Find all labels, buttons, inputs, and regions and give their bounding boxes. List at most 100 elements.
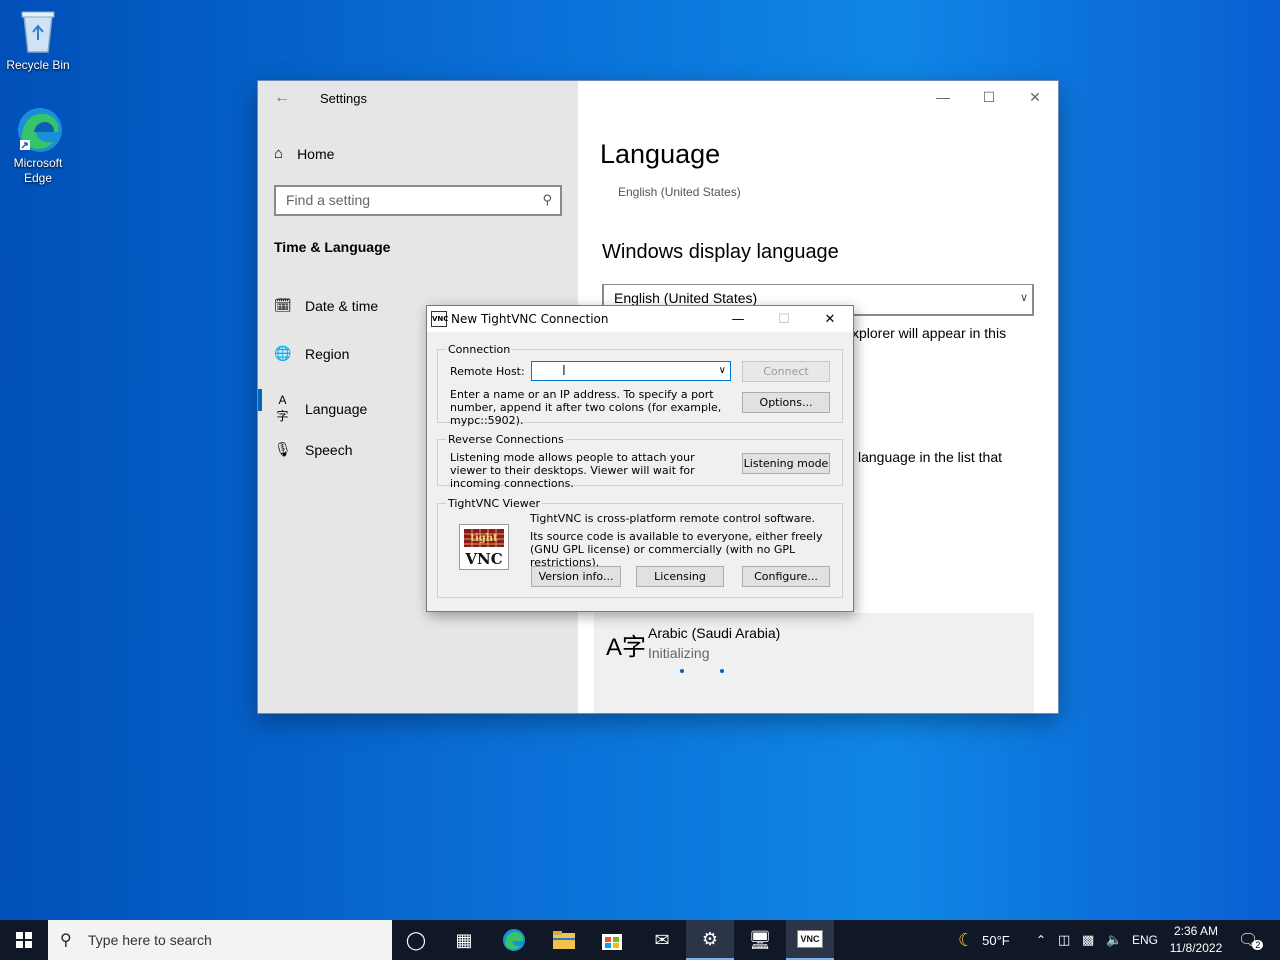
- clock-date: 11/8/2022: [1169, 941, 1223, 955]
- edge-icon[interactable]: [490, 920, 538, 960]
- nav-item-label: Language: [305, 400, 368, 417]
- input-language[interactable]: ENG: [1132, 920, 1158, 960]
- nav-item-speech[interactable]: 🎙 Speech: [274, 441, 352, 458]
- nav-item-label: Speech: [305, 441, 353, 458]
- options-button[interactable]: Options...: [742, 392, 830, 413]
- minimize-icon[interactable]: —: [715, 306, 761, 332]
- taskbar-search-input[interactable]: ⚲ Type here to search: [48, 920, 392, 960]
- task-view-icon[interactable]: ▦: [440, 920, 488, 960]
- taskbar: ⚲ Type here to search ◯ ▦ ✉ ⚙ 🖥 VNC ☾ 50…: [0, 920, 1280, 960]
- taskbar-clock[interactable]: 2:36 AM 11/8/2022: [1166, 923, 1226, 957]
- version-info-button[interactable]: Version info...: [531, 566, 621, 587]
- language-list-item[interactable]: A字 Arabic (Saudi Arabia) Initializing: [594, 613, 1034, 713]
- nav-item-label: Region: [305, 345, 350, 362]
- desktop-icon-edge[interactable]: Microsoft Edge: [0, 106, 76, 186]
- text-cursor-icon: I: [562, 364, 566, 379]
- nav-item-language[interactable]: A字 Language: [274, 393, 367, 424]
- reverse-connections-label: Reverse Connections: [446, 433, 566, 446]
- remote-host-combobox[interactable]: I ∨: [531, 361, 731, 381]
- display-language-heading: Windows display language: [602, 241, 839, 263]
- edge-label: Microsoft Edge: [13, 156, 63, 185]
- remote-host-label: Remote Host:: [450, 365, 525, 378]
- page-title: Language: [600, 139, 721, 169]
- nav-section-title: Time & Language: [274, 239, 391, 255]
- language-status: Initializing: [648, 645, 710, 661]
- maximize-icon: ☐: [778, 311, 790, 327]
- maximize-icon[interactable]: ☐: [966, 81, 1012, 113]
- weather-temp: 50°F: [982, 932, 1010, 948]
- network-icon[interactable]: ▩: [1082, 920, 1094, 960]
- remote-host-hint: Enter a name or an IP address. To specif…: [450, 388, 722, 427]
- tightvnc-taskbar-icon[interactable]: VNC: [786, 920, 834, 960]
- active-nav-indicator: [258, 389, 262, 411]
- tightvnc-titlebar[interactable]: VNC New TightVNC Connection — ☐ ✕: [427, 306, 853, 332]
- moon-icon: ☾: [958, 929, 975, 950]
- tightvnc-dialog: VNC New TightVNC Connection — ☐ ✕ Connec…: [426, 305, 854, 612]
- start-button[interactable]: [0, 920, 48, 960]
- minimize-icon[interactable]: —: [920, 81, 966, 113]
- microphone-icon: 🎙: [274, 441, 292, 457]
- display-language-description: xplorer will appear in this: [852, 325, 1007, 341]
- progress-dot: [720, 669, 724, 673]
- cortana-icon[interactable]: ◯: [392, 920, 440, 960]
- preferred-languages-description: language in the list that: [858, 449, 1002, 465]
- viewer-description-1: TightVNC is cross-platform remote contro…: [530, 512, 816, 525]
- store-icon[interactable]: [588, 920, 636, 960]
- find-setting-placeholder: Find a setting: [286, 192, 371, 208]
- notifications-button[interactable]: 🗨 2: [1238, 920, 1264, 960]
- file-explorer-icon[interactable]: [540, 920, 588, 960]
- logo-top-text: tight: [470, 533, 498, 544]
- settings-gear-icon[interactable]: ⚙: [686, 920, 734, 960]
- logo-bottom-text: VNC: [464, 550, 502, 568]
- notification-count: 2: [1252, 940, 1264, 950]
- close-icon[interactable]: ✕: [1012, 81, 1058, 113]
- recycle-bin-icon: [16, 8, 60, 56]
- find-setting-input[interactable]: Find a setting ⚲: [274, 185, 562, 216]
- display-language-value: English (United States): [614, 290, 758, 306]
- chevron-down-icon[interactable]: ∨: [719, 365, 726, 376]
- nav-home[interactable]: ⌂ Home: [274, 145, 334, 162]
- nav-home-label: Home: [297, 145, 335, 162]
- tightvnc-logo: tight VNC: [459, 524, 509, 570]
- calendar-clock-icon: 🗓: [274, 297, 292, 313]
- recycle-bin-label: Recycle Bin: [6, 58, 70, 72]
- settings-title: Settings: [320, 91, 367, 106]
- back-arrow-icon[interactable]: ←: [274, 89, 290, 107]
- network-app-icon[interactable]: 🖥: [736, 920, 784, 960]
- mail-icon[interactable]: ✉: [638, 920, 686, 960]
- chevron-down-icon: ∨: [1019, 292, 1028, 304]
- window-controls: — ☐ ✕: [920, 81, 1058, 113]
- nav-item-date-time[interactable]: 🗓 Date & time: [274, 297, 378, 314]
- volume-icon[interactable]: 🔈: [1106, 920, 1122, 960]
- tightvnc-app-icon: VNC: [431, 311, 448, 327]
- search-icon: ⚲: [542, 192, 552, 207]
- page-subtitle: English (United States): [618, 185, 741, 199]
- listening-mode-button[interactable]: Listening mode: [742, 453, 830, 474]
- connect-button[interactable]: Connect: [742, 361, 830, 382]
- viewer-description-2: Its source code is available to everyone…: [530, 530, 823, 569]
- dialog-window-controls: — ☐ ✕: [715, 306, 853, 332]
- licensing-button[interactable]: Licensing: [636, 566, 724, 587]
- windows-logo-icon: [16, 932, 32, 948]
- language-icon: A字: [276, 393, 289, 423]
- weather-widget[interactable]: ☾ 50°F: [958, 920, 1010, 960]
- taskbar-search-placeholder: Type here to search: [88, 932, 212, 948]
- nav-item-region[interactable]: 🌐 Region: [274, 345, 349, 362]
- close-icon[interactable]: ✕: [807, 306, 853, 332]
- progress-dot: [680, 669, 684, 673]
- chevron-up-icon[interactable]: ⌃: [1036, 920, 1046, 960]
- connection-group-label: Connection: [446, 343, 513, 356]
- edge-icon: [16, 106, 62, 154]
- listening-mode-description: Listening mode allows people to attach y…: [450, 451, 695, 490]
- desktop-icon-recycle-bin[interactable]: Recycle Bin: [0, 8, 76, 72]
- home-icon: ⌂: [274, 145, 284, 162]
- configure-button[interactable]: Configure...: [742, 566, 830, 587]
- nav-item-label: Date & time: [305, 297, 379, 314]
- dialog-title: New TightVNC Connection: [451, 312, 609, 326]
- search-icon: ⚲: [60, 932, 72, 949]
- language-name: Arabic (Saudi Arabia): [648, 625, 781, 641]
- globe-icon: 🌐: [274, 345, 292, 361]
- language-icon: A字: [606, 634, 647, 661]
- clock-time: 2:36 AM: [1173, 924, 1219, 938]
- security-icon[interactable]: ◫: [1058, 920, 1070, 960]
